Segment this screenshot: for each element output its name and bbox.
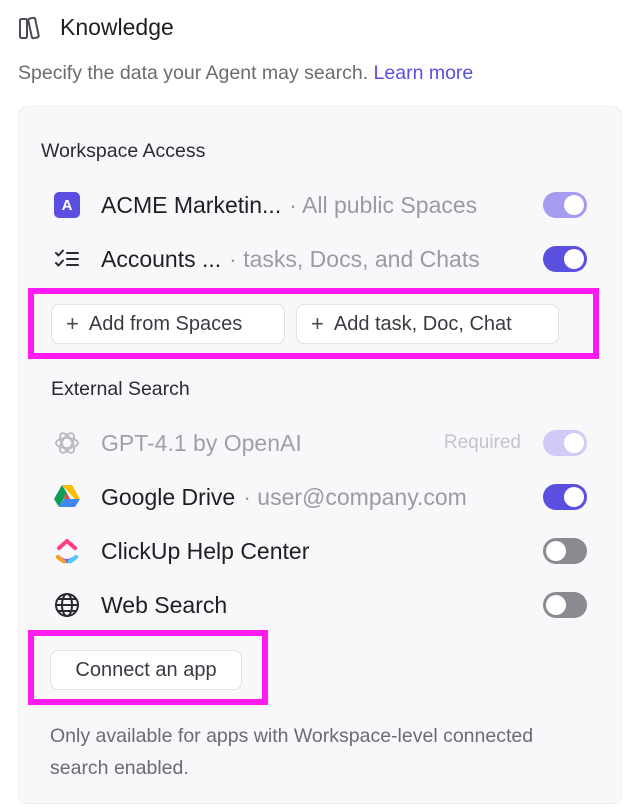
accounts-toggle[interactable] bbox=[543, 246, 587, 272]
external-item-name: GPT-4.1 by OpenAI bbox=[101, 429, 302, 456]
external-item-name: Web Search bbox=[101, 591, 228, 618]
learn-more-link[interactable]: Learn more bbox=[374, 62, 474, 84]
plus-icon: + bbox=[66, 311, 79, 336]
gpt-toggle bbox=[543, 430, 587, 456]
acme-space-avatar-icon: A bbox=[53, 191, 81, 219]
external-item-google-drive: Google Drive · user@company.com bbox=[53, 477, 587, 517]
external-search-title: External Search bbox=[51, 378, 190, 400]
description-text: Specify the data your Agent may search. bbox=[18, 62, 369, 84]
workspace-item-meta: · All public Spaces bbox=[289, 191, 478, 218]
external-item-name: Google Drive bbox=[101, 483, 236, 510]
workspace-access-title: Workspace Access bbox=[41, 140, 206, 162]
add-from-spaces-button[interactable]: + Add from Spaces bbox=[51, 304, 285, 344]
clickup-toggle[interactable] bbox=[543, 538, 587, 564]
external-item-meta: · user@company.com bbox=[243, 483, 467, 510]
google-drive-icon bbox=[53, 483, 81, 511]
add-task-doc-chat-button[interactable]: + Add task, Doc, Chat bbox=[296, 304, 559, 344]
clickup-icon bbox=[53, 537, 81, 565]
workspace-item-name: ACME Marketin... bbox=[101, 191, 282, 218]
external-item-web-search: Web Search bbox=[53, 585, 587, 625]
required-label: Required bbox=[443, 432, 521, 453]
google-drive-toggle[interactable] bbox=[543, 484, 587, 510]
workspace-item-meta: · tasks, Docs, and Chats bbox=[229, 245, 480, 272]
connect-app-note: Only available for apps with Workspace-l… bbox=[50, 725, 534, 779]
globe-icon bbox=[53, 591, 81, 619]
web-search-toggle[interactable] bbox=[543, 592, 587, 618]
acme-toggle[interactable] bbox=[543, 192, 587, 218]
checklist-icon bbox=[53, 245, 81, 273]
external-item-clickup: ClickUp Help Center bbox=[53, 531, 587, 571]
connect-app-button[interactable]: Connect an app bbox=[50, 650, 242, 690]
plus-icon: + bbox=[311, 311, 324, 336]
external-item-name: ClickUp Help Center bbox=[101, 537, 310, 564]
workspace-item-name: Accounts ... bbox=[101, 245, 222, 272]
workspace-item-acme: A ACME Marketin... · All public Spaces bbox=[53, 185, 587, 225]
knowledge-card: Workspace Access A ACME Marketin... · Al… bbox=[18, 106, 622, 804]
openai-icon bbox=[53, 429, 81, 457]
page-title: Knowledge bbox=[60, 14, 174, 40]
knowledge-description: Specify the data your Agent may search. … bbox=[18, 62, 473, 85]
knowledge-header: Knowledge bbox=[18, 14, 174, 41]
external-item-gpt: GPT-4.1 by OpenAI Required bbox=[53, 423, 587, 463]
books-icon bbox=[18, 15, 46, 41]
workspace-item-accounts: Accounts ... · tasks, Docs, and Chats bbox=[53, 239, 587, 279]
